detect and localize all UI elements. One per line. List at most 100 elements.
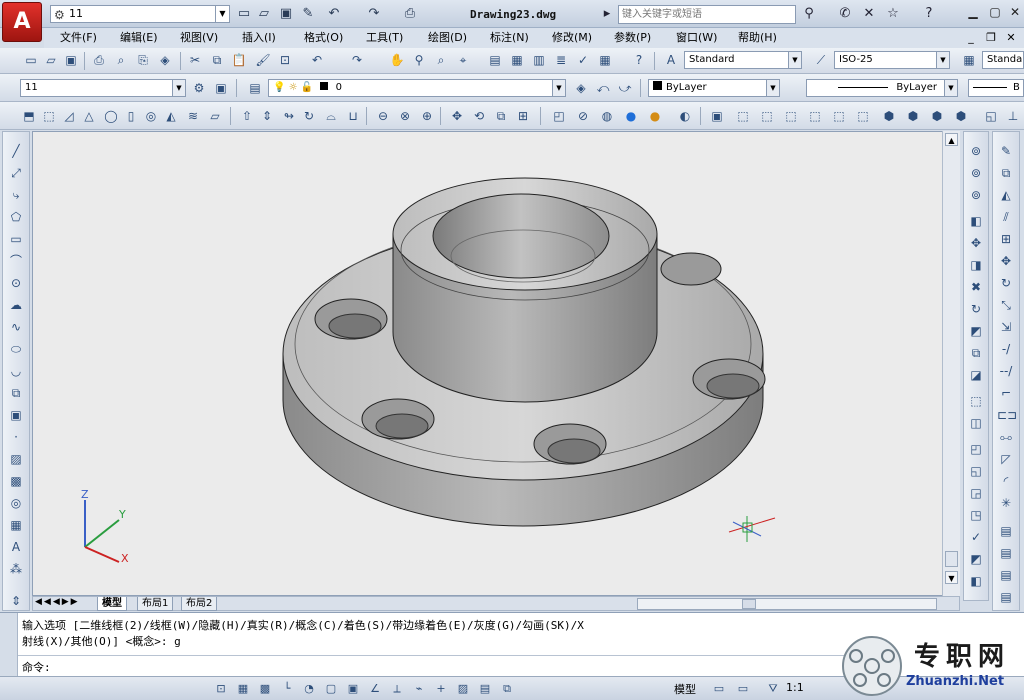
point-icon[interactable]: ·	[7, 428, 25, 446]
subtract-icon[interactable]: ⊖	[374, 107, 392, 125]
dynamic-input-icon[interactable]: ⌁	[410, 680, 428, 698]
back-view-icon[interactable]: ⬚	[854, 107, 872, 125]
tab-layout2[interactable]: 布局2	[181, 597, 218, 611]
move-faces-icon[interactable]: ✥	[967, 234, 985, 252]
shell-icon[interactable]: ◳	[967, 506, 985, 524]
separate-icon[interactable]: ◲	[967, 484, 985, 502]
ortho-mode-icon[interactable]: └	[278, 680, 296, 698]
save-icon[interactable]: ▣	[62, 51, 80, 69]
break-icon[interactable]: ⊏⊐	[997, 406, 1017, 424]
scroll-thumb[interactable]	[742, 599, 756, 609]
maximize-button[interactable]: ▢	[984, 2, 1006, 22]
construction-line-icon[interactable]: ⤢	[7, 164, 25, 182]
extrude-icon[interactable]: ⇧	[238, 107, 256, 125]
wedge-icon[interactable]: ◿	[60, 107, 78, 125]
add-selected-icon[interactable]: ⁂	[7, 560, 25, 578]
2d-wireframe-icon[interactable]: ◰	[550, 107, 568, 125]
sphere-icon[interactable]: ◯	[102, 107, 120, 125]
redo-icon[interactable]: ↷	[348, 51, 366, 69]
color-select[interactable]: ByLayer ▼	[648, 79, 780, 97]
menu-help[interactable]: 帮助(H)	[734, 30, 781, 46]
ellipse-icon[interactable]: ⬭	[7, 340, 25, 358]
copy-edges-icon[interactable]: ⬚	[967, 392, 985, 410]
quick-properties-icon[interactable]: ▤	[476, 680, 494, 698]
join-icon[interactable]: ⧟	[997, 428, 1015, 446]
quick-view-layouts-icon[interactable]: ▭	[710, 680, 728, 698]
make-current-icon[interactable]: ◈	[572, 79, 590, 97]
interfere-icon[interactable]: ⊕	[418, 107, 436, 125]
vertical-scrollbar[interactable]: ▲ ▼	[942, 131, 960, 596]
save-as-icon[interactable]: ✎	[300, 6, 316, 22]
save-icon[interactable]: ▣	[278, 6, 294, 22]
tab-model[interactable]: 模型	[97, 597, 127, 611]
zoom-previous-icon[interactable]: ⌖	[454, 51, 472, 69]
quick-view-drawings-icon[interactable]: ▭	[734, 680, 752, 698]
imprint-icon[interactable]: ◰	[967, 440, 985, 458]
make-block-icon[interactable]: ▣	[7, 406, 25, 424]
horizontal-scrollbar[interactable]	[637, 598, 937, 610]
workspace-select[interactable]: ⚙ 11 ▼	[50, 5, 230, 23]
menu-dimension[interactable]: 标注(N)	[486, 30, 533, 46]
grid-display-icon[interactable]: ▩	[256, 680, 274, 698]
annotation-scale-value[interactable]: 1:1	[786, 681, 804, 694]
lineweight-select[interactable]: B	[968, 79, 1024, 97]
rotate-faces-icon[interactable]: ↻	[967, 300, 985, 318]
chevron-down-icon[interactable]: ▼	[172, 80, 185, 96]
erase-icon[interactable]: ✎	[997, 142, 1015, 160]
panel-icon[interactable]: ▤	[997, 522, 1015, 540]
move-icon[interactable]: ✥	[997, 252, 1015, 270]
named-views-icon[interactable]: ▣	[708, 107, 726, 125]
table-icon[interactable]: ▦	[7, 516, 25, 534]
intersect-icon[interactable]: ⊗	[396, 107, 414, 125]
new-file-icon[interactable]: ▭	[236, 6, 252, 22]
chevron-down-icon[interactable]: ▼	[552, 80, 565, 96]
sw-iso-icon[interactable]: ⬢	[880, 107, 898, 125]
command-input[interactable]: 命令:	[22, 659, 51, 675]
pan-icon[interactable]: ✋	[388, 51, 406, 69]
front-view-icon[interactable]: ⬚	[830, 107, 848, 125]
planar-surface-icon[interactable]: ▱	[206, 107, 224, 125]
tab-nav-arrows[interactable]: ◀◀◀▶▶	[35, 597, 80, 607]
communication-icon[interactable]: ✆	[836, 5, 854, 23]
mirror-icon[interactable]: ◭	[997, 186, 1015, 204]
menu-format[interactable]: 格式(O)	[300, 30, 347, 46]
color-edges-icon[interactable]: ◫	[967, 414, 985, 432]
rectangle-icon[interactable]: ▭	[7, 230, 25, 248]
search-input[interactable]: 键入关键字或短语	[618, 5, 796, 24]
explode-icon[interactable]: ✳	[997, 494, 1015, 512]
match-properties-icon[interactable]: 🖌	[254, 51, 272, 69]
union-icon[interactable]: ⊔	[344, 107, 362, 125]
chevron-down-icon[interactable]: ▼	[936, 52, 949, 68]
plot-icon[interactable]: ⎙	[90, 51, 108, 69]
polysolid-icon[interactable]: ⬒	[20, 107, 38, 125]
realistic-icon[interactable]: ●	[622, 107, 640, 125]
left-view-icon[interactable]: ⬚	[782, 107, 800, 125]
command-line-handle[interactable]	[0, 613, 18, 677]
help-icon[interactable]: ?	[630, 51, 648, 69]
lineweight-icon[interactable]: +	[432, 680, 450, 698]
selection-cycling-icon[interactable]: ⧉	[498, 680, 516, 698]
conceptual-icon[interactable]: ●	[646, 107, 664, 125]
plot-preview-icon[interactable]: ⌕	[112, 51, 130, 69]
line-icon[interactable]: ╱	[7, 142, 25, 160]
annotation-scale-icon[interactable]: ⛛	[764, 680, 782, 698]
3d-move-icon[interactable]: ✥	[448, 107, 466, 125]
3d-wireframe-icon[interactable]: ⊘	[574, 107, 592, 125]
menu-tools[interactable]: 工具(T)	[362, 30, 407, 46]
intersect-icon[interactable]: ⊚	[967, 186, 985, 204]
new-icon[interactable]: ▭	[22, 51, 40, 69]
paste-icon[interactable]: 📋	[230, 51, 248, 69]
layer-previous-icon[interactable]: ⤺	[594, 79, 612, 97]
loft-icon[interactable]: ⌓	[322, 107, 340, 125]
plot-icon[interactable]: ⎙	[402, 6, 418, 22]
insert-block-icon[interactable]: ⧉	[7, 384, 25, 402]
redo-icon[interactable]: ↷	[366, 6, 382, 22]
table-style-icon[interactable]: ▦	[960, 51, 978, 69]
chevron-down-icon[interactable]: ▼	[766, 80, 779, 96]
spline-icon[interactable]: ∿	[7, 318, 25, 336]
3d-object-snap-icon[interactable]: ▣	[344, 680, 362, 698]
block-editor-icon[interactable]: ⊡	[276, 51, 294, 69]
layer-properties-icon[interactable]: ▤	[246, 79, 264, 97]
menu-edit[interactable]: 编辑(E)	[116, 30, 162, 46]
panel-icon[interactable]: ▤	[997, 566, 1015, 584]
